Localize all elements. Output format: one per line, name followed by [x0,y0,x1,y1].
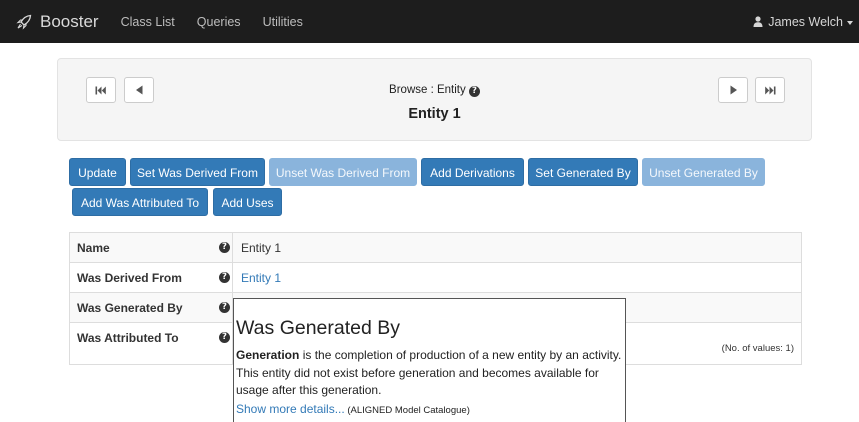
user-menu[interactable]: James Welch [753,0,853,43]
brand[interactable]: Booster [16,12,99,32]
popover-body: Generation is the completion of producti… [236,347,624,400]
table-row: Was Derived From ? Entity 1 [69,263,802,293]
row-label: Was Derived From [77,271,182,285]
caret-down-icon [847,20,853,25]
browse-label-text: Browse : Entity [389,84,466,96]
help-popover: Was Generated By Generation is the compl… [233,298,626,422]
popover-title: Was Generated By [236,317,401,339]
row-label: Name [77,241,110,255]
nav-queries[interactable]: Queries [197,15,241,29]
add-was-attributed-to-button[interactable]: Add Was Attributed To [72,188,208,216]
add-uses-button[interactable]: Add Uses [213,188,282,216]
popover-source: (ALIGNED Model Catalogue) [344,405,470,416]
show-more-details-link[interactable]: Show more details... [236,402,345,416]
set-was-derived-from-button[interactable]: Set Was Derived From [130,158,265,186]
question-circle-icon[interactable]: ? [468,86,480,97]
row-label: Was Attributed To [77,331,179,345]
row-label: Was Generated By [77,301,183,315]
top-navbar: Booster Class List Queries Utilities Jam… [0,0,859,43]
unset-was-derived-from-button[interactable]: Unset Was Derived From [269,158,417,186]
update-button[interactable]: Update [69,158,126,186]
popover-term: Generation [236,348,300,362]
browse-label: Browse : Entity ? [58,84,811,97]
derived-from-link[interactable]: Entity 1 [241,271,281,285]
set-generated-by-button[interactable]: Set Generated By [528,158,638,186]
add-derivations-button[interactable]: Add Derivations [421,158,524,186]
question-circle-icon[interactable]: ? [219,332,230,343]
popover-more: Show more details... (ALIGNED Model Cata… [236,402,470,416]
rocket-icon [16,14,32,30]
user-icon [753,16,763,27]
brand-label: Booster [40,11,99,31]
question-circle-icon[interactable]: ? [219,272,230,283]
value-count: (No. of values: 1) [721,343,794,354]
column-divider [232,233,233,262]
column-divider [232,263,233,292]
row-value: Entity 1 [241,241,282,255]
user-name: James Welch [768,14,843,29]
question-circle-icon[interactable]: ? [219,302,230,313]
browse-panel: Browse : Entity ? Entity 1 [57,58,812,141]
nav-utilities[interactable]: Utilities [263,15,303,29]
unset-generated-by-button[interactable]: Unset Generated By [642,158,765,186]
table-border [801,233,802,365]
page-title: Entity 1 [408,106,461,122]
question-circle-icon[interactable]: ? [219,242,230,253]
nav-class-list[interactable]: Class List [121,15,175,29]
table-border [69,233,70,365]
table-row: Name ? Entity 1 [69,233,802,263]
